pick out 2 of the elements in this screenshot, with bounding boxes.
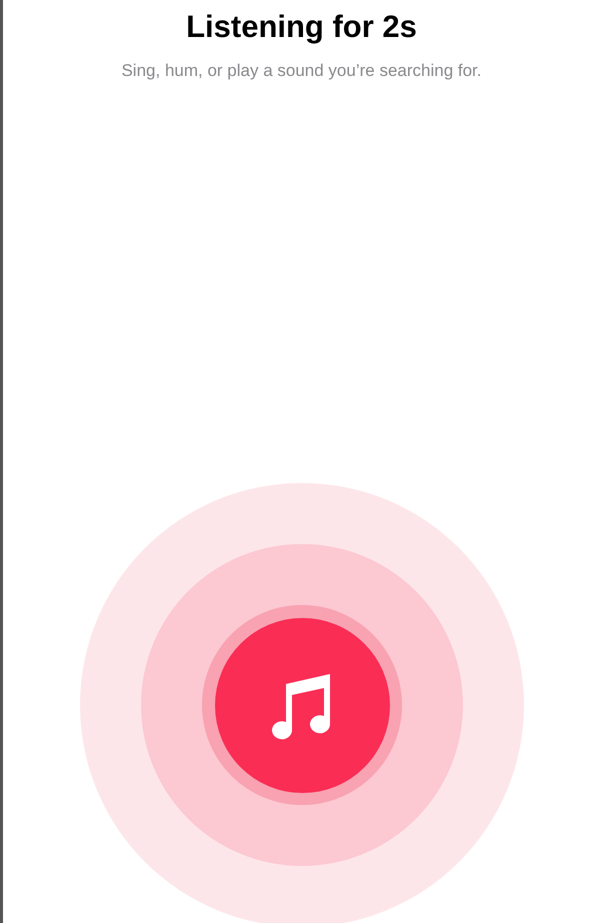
page-title: Listening for 2s bbox=[186, 8, 417, 46]
instruction-text: Sing, hum, or play a sound you’re searching for. bbox=[121, 60, 482, 82]
